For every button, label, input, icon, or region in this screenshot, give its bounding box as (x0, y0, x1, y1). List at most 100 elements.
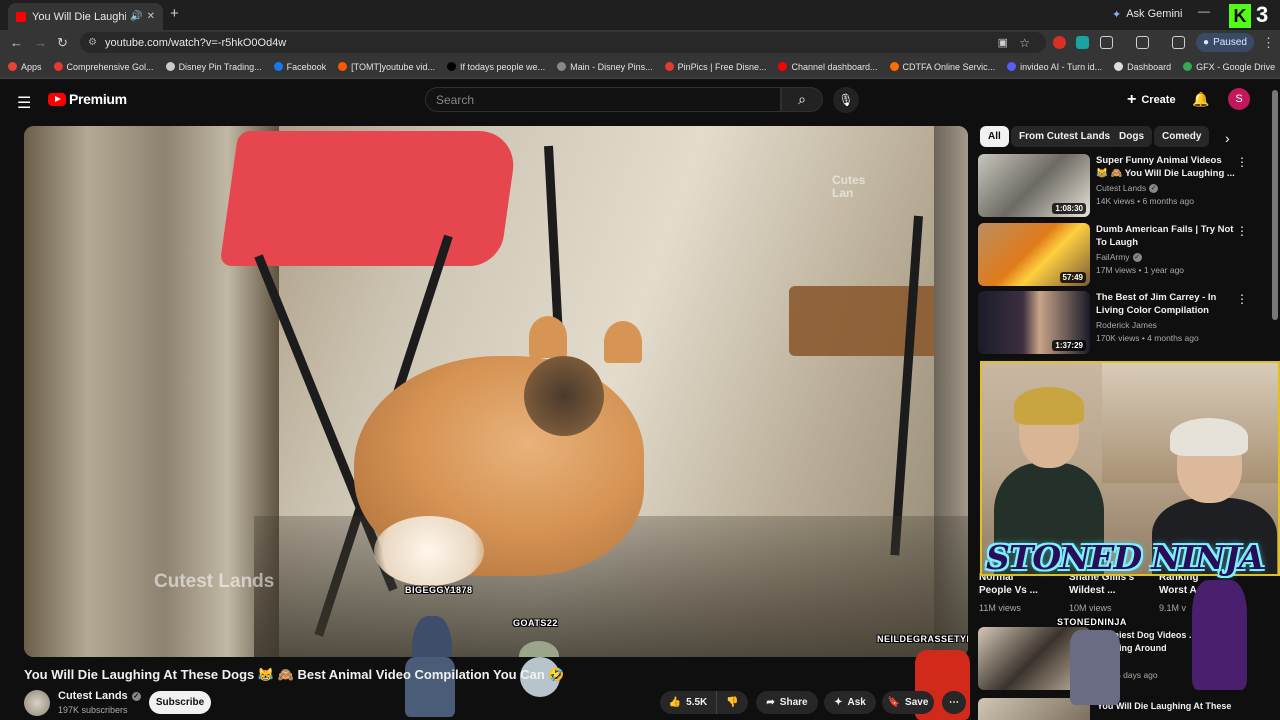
recommendation-thumbnail[interactable]: 1:08:30 (978, 154, 1090, 217)
channel-avatar[interactable] (24, 690, 50, 716)
dog-ear (529, 316, 567, 358)
bookmark-favicon-icon (778, 62, 788, 71)
chip-from-channel[interactable]: From Cutest Lands (1011, 126, 1119, 147)
bookmark-item[interactable]: Disney Pin Trading... (165, 62, 262, 72)
address-bar[interactable]: ⚙ youtube.com/watch?v=-r5hkO0Od4w ▣ ☆ (80, 32, 1046, 53)
extensions-puzzle-icon[interactable] (1100, 36, 1113, 49)
pixel-ninja-legs (405, 657, 455, 717)
bookmark-item[interactable]: PinPics | Free Disne... (664, 62, 766, 72)
share-button[interactable]: ➦ Share (756, 691, 818, 714)
voice-search-button[interactable]: 🎙 (833, 87, 859, 113)
kick-logo-icon: K (1229, 4, 1251, 28)
bookmark-favicon-icon (1114, 62, 1124, 71)
more-actions-button[interactable]: ⋯ (942, 691, 966, 714)
recommendation-item[interactable]: 57:49 Dumb American Fails | Try Not To L… (978, 223, 1268, 287)
search-button[interactable]: ⌕ (781, 87, 823, 112)
youtube-logo-icon[interactable] (48, 93, 66, 106)
profile-paused-button[interactable]: ● Paused (1196, 33, 1254, 52)
recommendation-channel-row: Cutest Lands ✓ (1096, 183, 1159, 193)
recommendation-title[interactable]: The Best of Jim Carrey - In Living Color… (1096, 291, 1236, 317)
recommendation-item[interactable]: 1:08:30 Super Funny Animal Videos 😹 🙈 Yo… (978, 154, 1268, 218)
create-button[interactable]: + Create (1119, 88, 1184, 112)
recommendation-thumbnail[interactable]: 57:49 (978, 223, 1090, 286)
extension-teal-icon[interactable] (1076, 36, 1089, 49)
bookmark-favicon-icon (165, 62, 175, 71)
dislike-button[interactable]: 👎 (716, 691, 748, 714)
chevron-right-icon[interactable]: › (1225, 130, 1230, 146)
chip-all[interactable]: All (980, 126, 1009, 147)
bookmark-label: CDTFA Online Servic... (902, 61, 996, 72)
bookmark-item[interactable]: [TOMT]youtube vid... (338, 62, 435, 72)
subscribe-button[interactable]: Subscribe (149, 691, 211, 714)
recommendation-channel-row: FailArmy ✓ (1096, 252, 1142, 262)
browser-tab-active[interactable]: You Will Die Laughing At Th 🔊 ✕ (8, 3, 163, 30)
recommendation-title[interactable]: Dumb American Fails | Try Not To Laugh (1096, 223, 1236, 249)
more-horizontal-icon: ⋯ (949, 697, 959, 708)
ask-gemini-button[interactable]: ✦ Ask Gemini (1104, 5, 1190, 23)
bookmark-item[interactable]: Main - Disney Pins... (557, 62, 653, 72)
bookmark-item[interactable]: Apps (8, 62, 42, 72)
minimize-icon[interactable]: — (1198, 4, 1210, 18)
stream-overlay-name: NEILDEGRASSETYRONE (877, 634, 968, 644)
forward-icon[interactable]: → (34, 35, 47, 50)
bookmark-item[interactable]: If todays people we... (447, 62, 545, 72)
recommendation-meta: 170K views • 4 months ago (1096, 333, 1199, 343)
save-label: Save (905, 697, 929, 708)
bookmark-label: GFX - Google Drive (1196, 61, 1276, 72)
duration-badge: 57:49 (1059, 272, 1086, 283)
like-button[interactable]: 👍 5.5K (660, 691, 716, 714)
cast-icon[interactable]: ▣ (998, 36, 1008, 49)
chrome-menu-icon[interactable]: ⋮ (1262, 35, 1275, 51)
bookmark-favicon-icon (338, 62, 348, 71)
bookmark-label: Comprehensive Gol... (66, 61, 154, 72)
ask-button[interactable]: ✦ Ask (824, 691, 876, 714)
video-player[interactable]: Cutes Lan Cutest Lands BIGEGGY1878 GOATS… (24, 126, 968, 657)
verified-check-icon: ✓ (131, 691, 141, 701)
recommendation-title[interactable]: Super Funny Animal Videos 😹 🙈 You Will D… (1096, 154, 1236, 180)
speaker-icon[interactable]: 🔊 (130, 11, 142, 22)
save-button[interactable]: 🔖 Save (882, 691, 934, 714)
recommendation-channel: Cutest Lands (1096, 183, 1147, 193)
chip-dogs[interactable]: Dogs (1111, 126, 1152, 147)
back-icon[interactable]: ← (10, 35, 23, 50)
search-input[interactable]: Search (425, 87, 781, 112)
bookmark-item[interactable]: Channel dashboard... (778, 62, 878, 72)
recommendation-thumbnail[interactable]: 1:37:29 (978, 291, 1090, 354)
account-avatar[interactable]: S (1228, 88, 1250, 110)
site-info-icon[interactable]: ⚙ (88, 37, 97, 48)
short-views: 11M views (979, 603, 1021, 613)
recommendation-item[interactable]: 1:37:29 The Best of Jim Carrey - In Livi… (978, 291, 1268, 355)
bookmark-favicon-icon (1007, 62, 1017, 71)
pixel-knight-avatar (1070, 630, 1120, 705)
menu-hamburger-icon[interactable]: ☰ (17, 93, 31, 113)
more-vertical-icon[interactable]: ⋮ (1236, 224, 1248, 238)
reload-icon[interactable]: ↻ (57, 35, 68, 51)
bookmark-star-icon[interactable]: ☆ (1019, 36, 1030, 50)
chip-comedy[interactable]: Comedy (1154, 126, 1210, 147)
page-scrollbar[interactable] (1272, 90, 1278, 320)
extension-red-icon[interactable] (1053, 36, 1066, 49)
close-tab-icon[interactable]: ✕ (147, 11, 155, 22)
verified-check-icon: ✓ (1132, 252, 1142, 262)
bookmark-item[interactable]: GFX - Google Drive (1183, 62, 1275, 72)
bookmark-label: [TOMT]youtube vid... (351, 61, 436, 72)
bookmark-item[interactable]: Facebook (273, 62, 326, 72)
bookmark-item[interactable]: Dashboard (1114, 62, 1171, 72)
bookmark-label: Dashboard (1127, 61, 1172, 72)
more-vertical-icon[interactable]: ⋮ (1236, 155, 1248, 169)
bookmark-item[interactable]: invideo AI - Turn id... (1007, 62, 1102, 72)
stream-overlay-name: STONEDNINJA (1057, 617, 1127, 627)
bookmark-item[interactable]: Comprehensive Gol... (53, 61, 154, 72)
channel-name: Cutest Lands (58, 690, 128, 702)
tab-search-icon[interactable] (1136, 36, 1149, 49)
notifications-bell-icon[interactable]: 🔔 (1192, 91, 1209, 108)
sparkle-icon: ✦ (834, 697, 843, 708)
browser-tabstrip: You Will Die Laughing At Th 🔊 ✕ + ✦ Ask … (0, 0, 1280, 30)
stream-overlay-title: STONED NINJA (986, 538, 1265, 577)
new-tab-icon[interactable]: + (170, 5, 179, 22)
bookmark-item[interactable]: CDTFA Online Servic... (889, 61, 996, 72)
media-control-icon[interactable] (1172, 36, 1185, 49)
more-vertical-icon[interactable]: ⋮ (1236, 292, 1248, 306)
youtube-premium-label[interactable]: Premium (69, 91, 127, 107)
channel-name-link[interactable]: Cutest Lands ✓ (58, 690, 141, 702)
